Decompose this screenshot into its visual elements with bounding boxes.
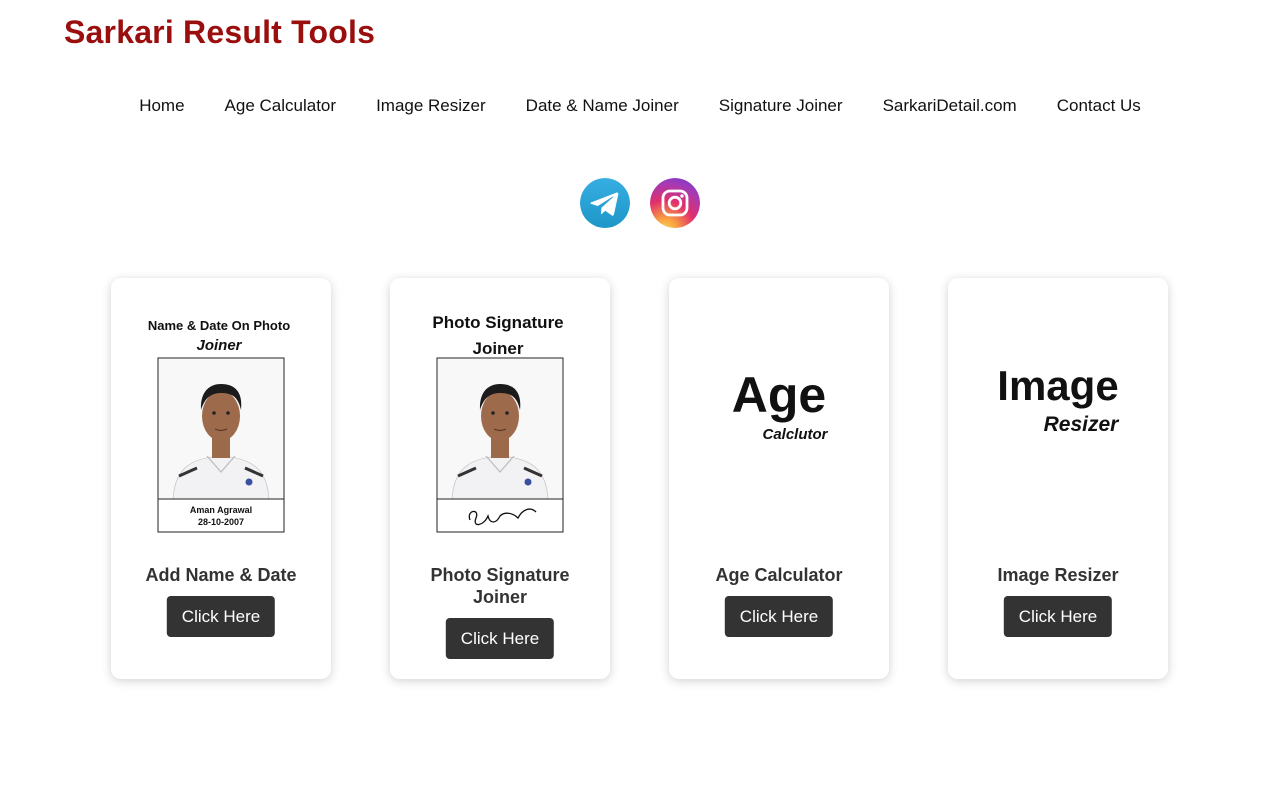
card-title: Age Calculator	[715, 565, 843, 585]
card-image-resizer: Image Resizer Image Resizer Click Here	[948, 278, 1168, 679]
tool-cards: Name & Date On Photo Joiner Aman Agrawal…	[111, 278, 1168, 679]
thumb-heading: Age	[732, 367, 826, 423]
card-title: Image Resizer	[997, 565, 1119, 585]
card-photo-signature-joiner: Photo Signature Joiner Photo Signature J…	[390, 278, 610, 679]
name-date-joiner-thumbnail: Name & Date On Photo Joiner Aman Agrawal…	[148, 318, 290, 533]
telegram-icon[interactable]	[580, 178, 630, 228]
nav-contact-us[interactable]: Contact Us	[1057, 96, 1141, 116]
thumb-date: 28-10-2007	[198, 517, 244, 527]
nav-age-calculator[interactable]: Age Calculator	[225, 96, 337, 116]
age-calculator-button[interactable]: Click Here	[724, 596, 834, 637]
thumb-heading: Image	[997, 362, 1118, 409]
card-title: Add Name & Date	[145, 565, 297, 585]
nav-sarkaridetail[interactable]: SarkariDetail.com	[883, 96, 1017, 116]
photo-signature-joiner-button[interactable]: Click Here	[445, 618, 555, 659]
nav-signature-joiner[interactable]: Signature Joiner	[719, 96, 843, 116]
thumb-subheading: Resizer	[1044, 413, 1121, 436]
image-resizer-thumbnail: Image Resizer	[997, 362, 1121, 436]
photo-signature-thumbnail: Photo Signature Joiner	[432, 313, 564, 533]
thumb-heading: Name & Date On Photo	[148, 318, 290, 333]
instagram-icon[interactable]	[650, 178, 700, 228]
main-nav: Home Age Calculator Image Resizer Date &…	[0, 96, 1280, 116]
thumb-name: Aman Agrawal	[190, 505, 252, 515]
social-links	[0, 178, 1280, 228]
thumb-subheading: Joiner	[196, 337, 242, 354]
thumb-heading: Photo Signature	[432, 313, 563, 332]
card-age-calculator: Age Calclutor Age Calculator Click Here	[669, 278, 889, 679]
nav-home[interactable]: Home	[139, 96, 184, 116]
add-name-date-button[interactable]: Click Here	[166, 596, 276, 637]
nav-date-name-joiner[interactable]: Date & Name Joiner	[526, 96, 679, 116]
image-resizer-button[interactable]: Click Here	[1003, 596, 1113, 637]
thumb-subheading: Joiner	[472, 339, 523, 358]
card-add-name-date: Name & Date On Photo Joiner Aman Agrawal…	[111, 278, 331, 679]
nav-image-resizer[interactable]: Image Resizer	[376, 96, 486, 116]
card-title: Photo Signature Joiner	[430, 565, 570, 607]
thumb-subheading: Calclutor	[762, 426, 828, 443]
age-calculator-thumbnail: Age Calclutor	[732, 367, 829, 443]
site-title[interactable]: Sarkari Result Tools	[64, 14, 375, 51]
